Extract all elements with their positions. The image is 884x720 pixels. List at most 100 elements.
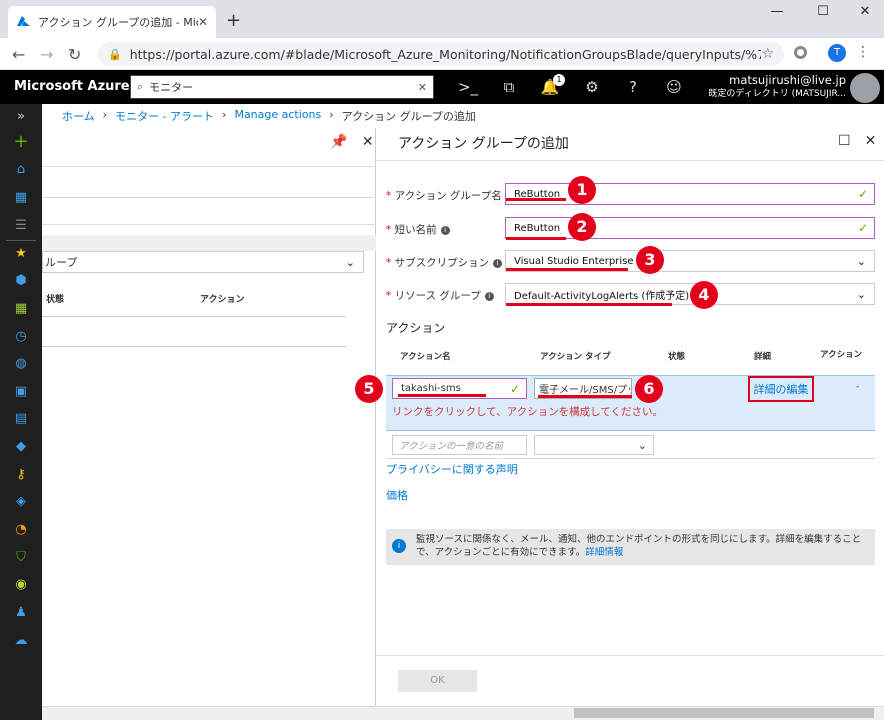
extension-icon[interactable] [794,46,807,59]
pricing-link[interactable]: 価格 [386,487,408,503]
notification-badge: 1 [553,74,565,86]
column-header-action: アクション [820,350,863,360]
clear-search-icon[interactable]: ✕ [418,81,427,94]
validation-error: リンクをクリックして、アクションを構成してください。 [392,406,664,418]
key-vault-icon[interactable]: ⚷ [12,466,30,484]
maximize-icon[interactable]: ☐ [810,4,836,24]
resource-group-select[interactable]: ループ ⌄ [42,251,364,273]
monitor-gauge-icon[interactable]: ◔ [12,521,30,539]
cloud-shell-icon[interactable]: >_ [456,78,480,96]
blade-divider [42,197,376,198]
learn-more-link[interactable]: 詳細情報 [585,547,623,558]
breadcrumb: ホーム › モニター - アラート › Manage actions › アクション … [62,108,476,124]
cost-management-icon[interactable]: ☁ [12,632,30,650]
forward-icon[interactable]: → [40,45,53,64]
left-blade-tools: 📌 ✕ [330,134,374,150]
azure-ad-user-icon[interactable]: ♟ [12,604,30,622]
search-text: モニター [149,81,194,94]
devops-diamond-icon[interactable]: ◈ [12,493,30,511]
close-blade-icon[interactable]: ✕ [362,134,374,150]
breadcrumb-manage-actions[interactable]: Manage actions [234,108,321,124]
dashboard-icon[interactable]: ▦ [12,189,30,207]
all-services-icon[interactable]: ☰ [12,217,30,235]
column-header-status: 状態 [46,295,65,305]
user-avatar[interactable] [850,73,880,103]
home-icon[interactable]: ⌂ [12,161,30,179]
short-name-input[interactable]: ReButton ✓ [505,217,875,239]
table-divider [42,316,346,317]
expand-sidebar-icon[interactable]: » [12,108,30,126]
cloud-services-icon[interactable]: ▤ [12,410,30,428]
breadcrumb-home[interactable]: ホーム [62,108,95,124]
new-tab-icon[interactable]: + [226,10,241,31]
column-header-action: アクション [200,295,245,305]
blade-band [42,235,376,251]
user-email: matsujirushi@live.jp [729,73,846,87]
azure-brand[interactable]: Microsoft Azure [14,79,130,94]
chevron-down-icon: ⌄ [856,254,866,268]
virtual-machine-icon[interactable]: ▣ [12,383,30,401]
group-name-input[interactable]: ReButton ✓ [505,183,875,205]
window-close-icon[interactable]: ✕ [852,4,878,24]
advisor-icon[interactable]: ◉ [12,576,30,594]
close-blade-icon[interactable]: ✕ [865,133,877,149]
app-services-globe-icon[interactable]: ◍ [12,355,30,373]
address-bar[interactable]: 🔒 https://portal.azure.com/#blade/Micros… [98,42,784,66]
tab-title: アクション グループの追加 - Microsof [38,16,198,29]
account-info[interactable]: matsujirushi@live.jp 既定のディレクトリ (MATSUJIR… [690,73,846,101]
directory-filter-icon[interactable]: ⧉ [497,78,521,96]
reload-icon[interactable]: ↻ [68,45,81,64]
annotation-underline [506,303,672,306]
action-type-value: 電子メール/SMS/プッシュ [539,385,631,396]
settings-gear-icon[interactable]: ⚙ [580,78,604,96]
lock-icon: 🔒 [108,47,122,61]
annotation-badge-4: 4 [690,281,718,309]
group-name-label: * アクション グループ名i [386,188,515,203]
breadcrumb-monitor[interactable]: モニター - アラート [115,108,214,124]
column-header-details: 詳細 [754,352,772,362]
create-resource-icon[interactable]: + [12,133,30,151]
new-action-name-input[interactable]: アクションの一意の名前 [392,435,527,455]
annotation-badge-3: 3 [636,246,664,274]
resource-cube-icon[interactable]: ⬢ [12,272,30,290]
divider [386,458,875,459]
privacy-link[interactable]: プライバシーに関する声明 [386,461,518,477]
scrollbar-thumb[interactable] [574,708,874,718]
browser-menu-icon[interactable]: ⋮ [856,44,870,60]
favorites-star-icon[interactable]: ★ [12,245,30,263]
blade-divider [42,166,376,167]
user-directory: 既定のディレクトリ (MATSUJIR... [708,89,846,99]
minimize-icon[interactable]: — [764,4,790,24]
annotation-underline [506,268,628,271]
manage-actions-blade [42,128,376,720]
search-input[interactable]: ⌕ モニター ✕ [130,75,434,99]
profile-avatar[interactable]: T [828,44,846,62]
sql-database-icon[interactable]: ◆ [12,438,30,456]
new-action-type-select[interactable]: ⌄ [534,435,654,455]
check-icon: ✓ [509,381,520,396]
close-tab-icon[interactable]: ✕ [198,15,208,29]
blade-header-divider [376,160,884,161]
info-icon: i [440,226,450,235]
annotation-underline [506,237,566,240]
blade-title: アクション グループの追加 [398,136,569,152]
all-resources-grid-icon[interactable]: ▦ [12,300,30,318]
action-name-value: takashi-sms [401,383,461,394]
pin-icon[interactable]: 📌 [330,134,347,150]
feedback-smiley-icon[interactable]: ☺ [662,78,686,96]
bookmark-star-icon[interactable]: ☆ [761,46,774,62]
short-name-label: * 短い名前 i [386,222,450,237]
recent-clock-icon[interactable]: ◷ [12,328,30,346]
security-shield-icon[interactable]: ⛉ [12,549,30,567]
ok-button[interactable]: OK [398,670,477,692]
annotation-underline [538,395,632,398]
back-icon[interactable]: ← [12,45,25,64]
browser-tab[interactable]: アクション グループの追加 - Microsof ✕ [8,6,216,38]
info-icon: i [484,292,494,301]
info-banner: i 監視ソースに関係なく、メール、通知、他のエンドポイントの形式を同じにします。… [386,529,875,565]
help-icon[interactable]: ? [621,78,645,96]
breadcrumb-separator: › [222,108,227,121]
maximize-blade-icon[interactable]: ☐ [838,133,851,149]
action-mark: - [856,382,860,392]
edit-details-link[interactable]: 詳細の編集 [748,376,814,402]
